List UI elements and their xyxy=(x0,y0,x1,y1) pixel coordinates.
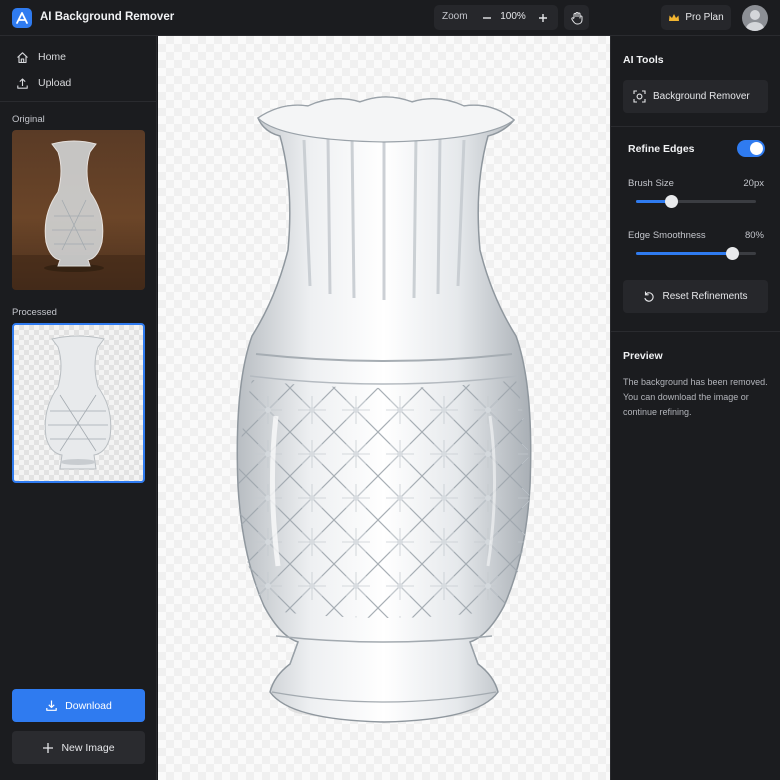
pro-plan-button[interactable]: Pro Plan xyxy=(661,5,731,30)
original-label: Original xyxy=(12,114,45,125)
zoom-value: 100% xyxy=(500,11,526,22)
preview-description: The background has been removed. You can… xyxy=(623,377,768,417)
download-label: Download xyxy=(65,699,112,712)
brush-size-value: 20px xyxy=(743,178,764,189)
download-icon xyxy=(46,700,57,711)
refine-edges-toggle[interactable] xyxy=(737,140,765,157)
brush-size-label: Brush Size xyxy=(628,178,674,189)
zoom-control: Zoom 100% xyxy=(434,5,558,30)
background-remover-icon xyxy=(633,90,646,103)
original-vase-image xyxy=(12,140,145,290)
toggle-knob xyxy=(750,142,763,155)
background-remover-tool[interactable]: Background Remover xyxy=(623,80,768,113)
home-icon xyxy=(17,51,28,63)
image-canvas[interactable] xyxy=(158,36,610,780)
nav-item-upload[interactable]: Upload xyxy=(16,74,71,92)
slider-fill xyxy=(636,252,732,255)
edge-smoothness-slider[interactable] xyxy=(636,247,756,260)
processed-vase-image xyxy=(44,335,112,470)
new-image-button[interactable]: New Image xyxy=(12,731,145,764)
top-bar: AI Background Remover Zoom 100% Pro Plan xyxy=(0,0,780,36)
user-avatar[interactable] xyxy=(742,5,768,31)
edge-smoothness-label: Edge Smoothness xyxy=(628,230,706,241)
new-image-label: New Image xyxy=(61,741,115,754)
app-title: AI Background Remover xyxy=(40,11,175,23)
hand-icon xyxy=(570,11,582,24)
background-remover-label: Background Remover xyxy=(653,91,750,102)
sidebar-divider xyxy=(0,101,157,102)
vase-image xyxy=(236,96,532,723)
panel-divider xyxy=(611,126,780,127)
reset-icon xyxy=(644,290,655,302)
slider-thumb[interactable] xyxy=(726,247,739,260)
nav-item-home[interactable]: Home xyxy=(16,48,66,66)
zoom-in-button[interactable] xyxy=(534,8,552,27)
app-logo-icon xyxy=(12,8,32,28)
processed-thumbnail[interactable] xyxy=(12,323,145,483)
plus-icon xyxy=(539,13,547,22)
preview-title: Preview xyxy=(623,350,663,362)
original-thumbnail[interactable] xyxy=(12,130,145,290)
ai-tools-title: AI Tools xyxy=(623,54,664,66)
left-sidebar: Home Upload Original Processed Download … xyxy=(0,36,157,780)
download-button[interactable]: Download xyxy=(12,689,145,722)
pro-plan-label: Pro Plan xyxy=(685,12,724,23)
right-panel: AI Tools Background Remover Refine Edges… xyxy=(610,36,780,780)
edge-smoothness-value: 80% xyxy=(744,230,764,241)
crown-icon xyxy=(669,13,680,21)
nav-label-upload: Upload xyxy=(38,77,72,89)
panel-divider xyxy=(611,331,780,332)
reset-refinements-button[interactable]: Reset Refinements xyxy=(623,280,768,313)
avatar-icon xyxy=(746,10,764,31)
brush-size-slider[interactable] xyxy=(636,195,756,208)
slider-thumb[interactable] xyxy=(664,195,678,208)
processed-label: Processed xyxy=(12,307,57,318)
zoom-out-button[interactable] xyxy=(478,8,496,27)
refine-edges-label: Refine Edges xyxy=(628,143,695,155)
plus-icon xyxy=(43,742,54,753)
reset-label: Reset Refinements xyxy=(662,291,748,302)
pan-tool-button[interactable] xyxy=(564,5,589,30)
minus-icon xyxy=(483,16,491,19)
zoom-label: Zoom xyxy=(442,11,468,22)
nav-label-home: Home xyxy=(38,51,67,63)
upload-icon xyxy=(17,77,28,89)
